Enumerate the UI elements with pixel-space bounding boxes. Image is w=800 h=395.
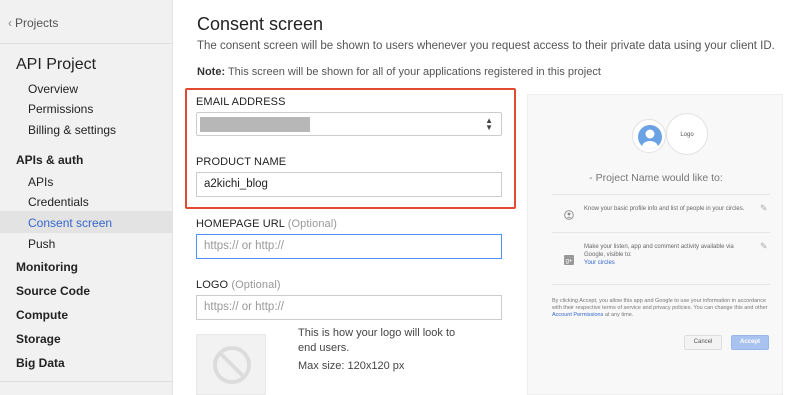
accept-button[interactable]: Accept [731,335,769,350]
homepage-url-label: HOMEPAGE URL (Optional) [196,218,337,230]
page-title: Consent screen [197,14,324,34]
product-name-input[interactable]: a2kichi_blog [196,172,502,197]
chevron-left-icon: ‹ [8,16,12,30]
page-description: The consent screen will be shown to user… [197,40,775,52]
divider [552,284,770,285]
sidebar-item-push[interactable]: Push [28,237,55,251]
edit-pencil-icon[interactable]: ✎ [760,241,768,252]
select-arrows-icon: ▲ ▼ [485,116,493,132]
google-plus-icon: g+ [564,255,574,265]
sidebar-section-storage[interactable]: Storage [16,332,61,346]
email-address-select[interactable]: ▲ ▼ [196,112,502,136]
would-like-text: - Project Name would like to: [589,172,723,184]
sidebar-item-apis[interactable]: APIs [28,175,53,189]
legal-body: By clicking Accept, you allow this app a… [552,298,768,311]
sidebar-item-credentials[interactable]: Credentials [28,195,89,209]
page-note: Note: This screen will be shown for all … [197,66,601,78]
optional-tag: (Optional) [287,218,338,230]
note-text: This screen will be shown for all of you… [225,66,601,78]
profile-icon [564,210,574,220]
product-name-label: PRODUCT NAME [196,156,287,168]
logo-url-input[interactable]: https:// or http:// [196,295,502,320]
back-label: Projects [15,16,59,30]
email-address-label: EMAIL ADDRESS [196,96,286,108]
cancel-button[interactable]: Cancel [684,335,722,350]
logo-preview [196,334,266,395]
your-circles-link[interactable]: Your circles [584,260,615,266]
logo-label: LOGO (Optional) [196,279,281,291]
sidebar: ‹ Projects API Project Overview Permissi… [0,0,173,395]
consent-preview-panel: Logo - Project Name would like to: Know … [527,94,783,395]
back-to-projects-link[interactable]: ‹ Projects [8,16,58,30]
sidebar-section-source-code[interactable]: Source Code [16,284,90,298]
person-icon [638,125,662,149]
divider [0,43,173,44]
legal-text: By clicking Accept, you allow this app a… [552,298,772,319]
note-label: Note: [197,66,226,78]
svg-text:g+: g+ [566,259,573,265]
sidebar-section-monitoring[interactable]: Monitoring [16,260,78,274]
permission-activity-text: Make your listen, app and comment activi… [584,244,734,258]
user-avatar [632,119,666,153]
logo-label-text: LOGO [196,279,229,291]
divider [0,381,173,382]
sidebar-section-apis-auth[interactable]: APIs & auth [16,153,83,167]
divider [552,194,770,195]
no-image-icon [213,346,251,384]
main-content: Consent screen The consent screen will b… [174,0,800,395]
sidebar-section-big-data[interactable]: Big Data [16,356,65,370]
sidebar-item-consent-screen[interactable]: Consent screen [28,216,112,230]
logo-note: This is how your logo will look to end u… [298,327,456,354]
legal-end: at any time. [604,312,634,318]
project-title: API Project [16,56,97,73]
optional-tag: (Optional) [231,279,281,291]
homepage-url-input[interactable]: https:// or http:// [196,234,502,259]
account-permissions-link[interactable]: Account Permissions [552,312,603,318]
sidebar-item-overview[interactable]: Overview [28,82,78,96]
edit-pencil-icon[interactable]: ✎ [760,203,768,214]
app-logo-circle: Logo [666,113,708,155]
sidebar-section-compute[interactable]: Compute [16,308,68,322]
logo-max-size: Max size: 120x120 px [298,360,405,372]
sidebar-item-billing[interactable]: Billing & settings [28,123,116,137]
sidebar-item-permissions[interactable]: Permissions [28,102,93,116]
permission-activity: Make your listen, app and comment activi… [584,243,754,267]
redacted-email-value [200,117,310,132]
permission-profile: Know your basic profile info and list of… [584,206,745,212]
divider [552,232,770,233]
homepage-url-label-text: HOMEPAGE URL [196,218,285,230]
